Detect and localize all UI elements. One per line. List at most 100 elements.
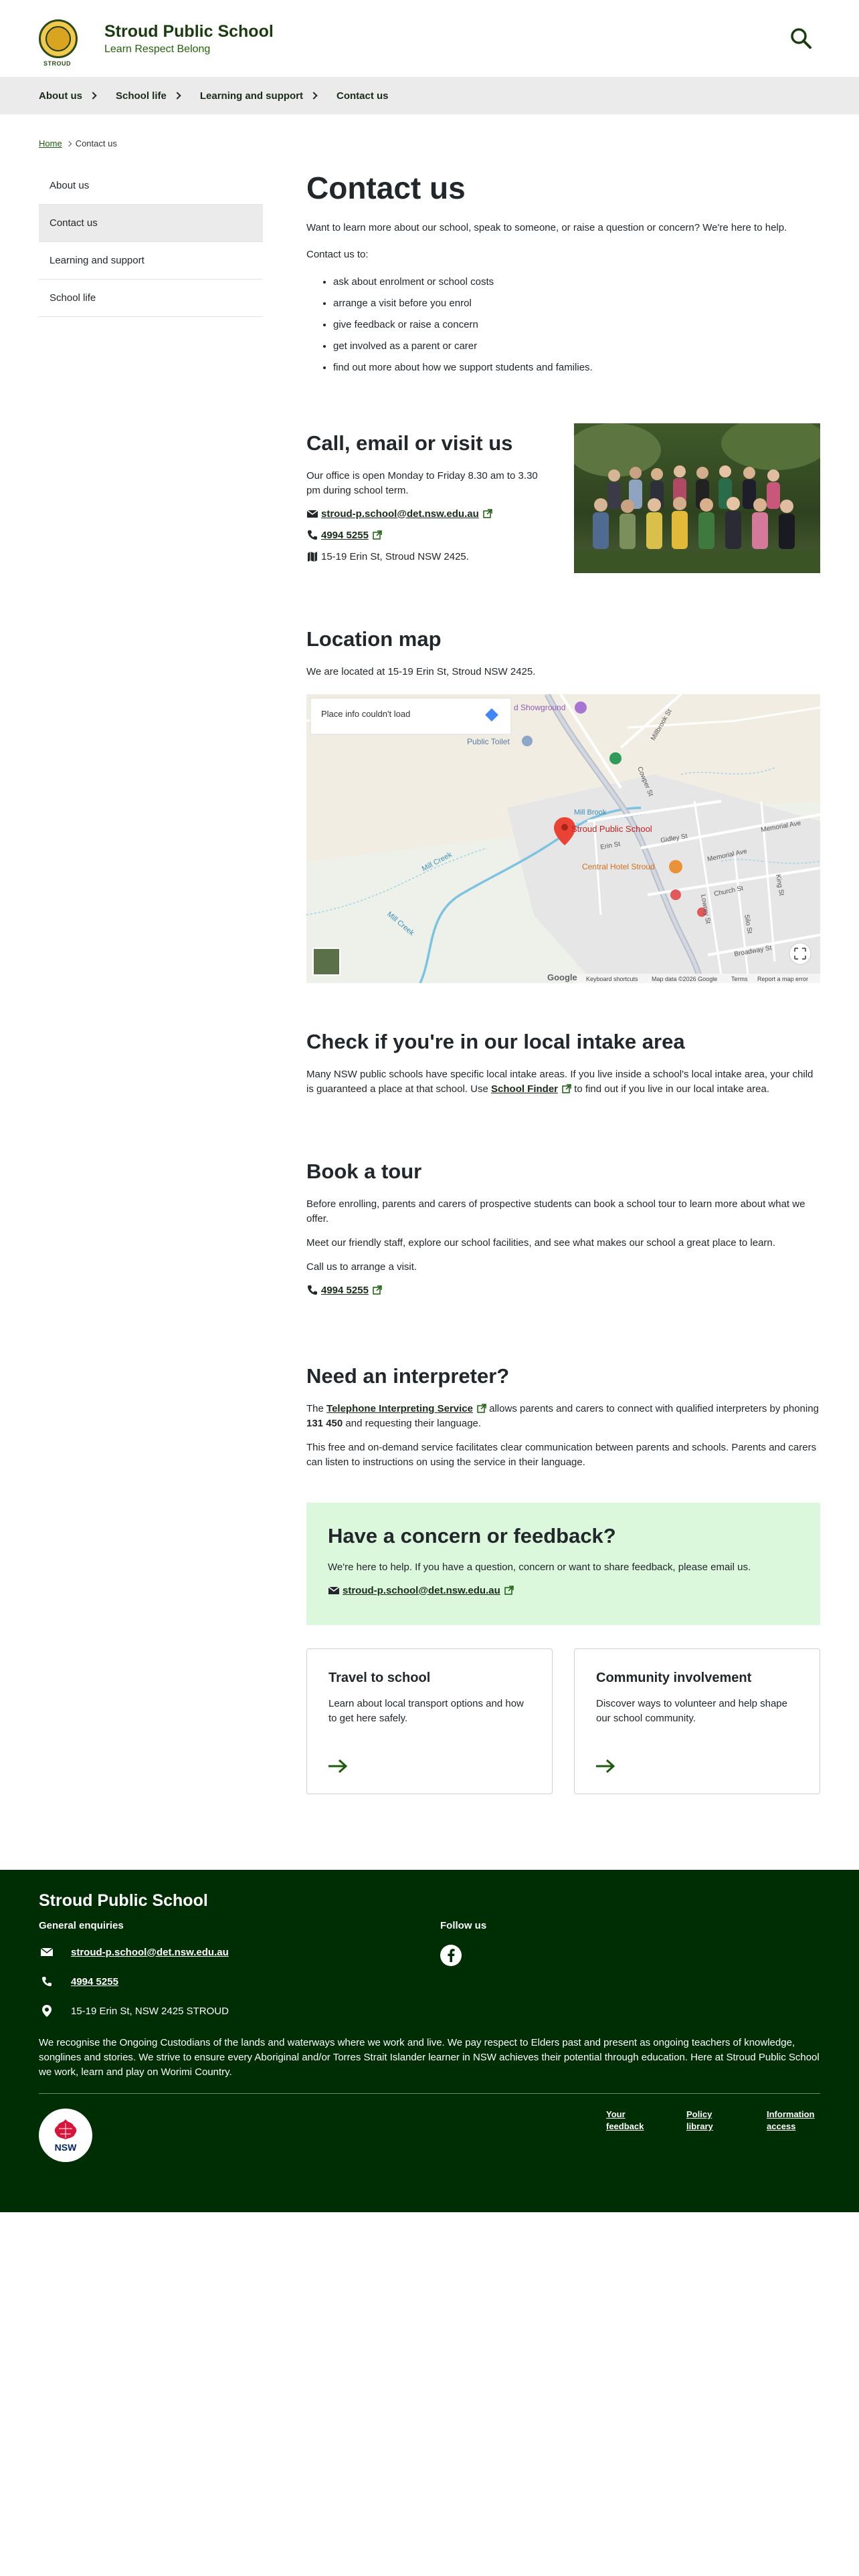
- footer-link-feedback[interactable]: Your feedback: [606, 2109, 660, 2133]
- external-link-icon: [504, 1586, 514, 1595]
- tour-phone-link[interactable]: 4994 5255: [321, 1285, 369, 1296]
- envelope-icon: [306, 510, 318, 518]
- interp-text-mid: allows parents and carers to connect wit…: [486, 1403, 819, 1414]
- map-report-error[interactable]: Report a map error: [757, 976, 808, 982]
- brand[interactable]: Stroud Public School Learn Respect Belon…: [104, 22, 274, 56]
- nav-label: Learning and support: [199, 90, 304, 102]
- sidebar-item-learning-support[interactable]: Learning and support: [39, 242, 263, 280]
- contact-to-label: Contact us to:: [306, 249, 369, 260]
- arrow-right-icon: [328, 1759, 348, 1774]
- location-map[interactable]: Place info couldn't load d Showground Pu…: [306, 694, 820, 983]
- school-logo[interactable]: STROUD: [39, 19, 78, 67]
- list-item: get involved as a parent or carer: [333, 336, 820, 357]
- staff-photo: [574, 423, 820, 573]
- intake-section: Check if you're in our local intake area…: [306, 1030, 820, 1097]
- footer-divider: [39, 2093, 820, 2094]
- list-item: ask about enrolment or school costs: [333, 272, 820, 293]
- chevron-right-icon: [173, 92, 181, 100]
- nav-school-life[interactable]: School life: [116, 90, 181, 102]
- waratah-icon: [54, 2119, 77, 2139]
- map-desc: We are located at 15-19 Erin St, Stroud …: [306, 666, 536, 677]
- concern-text: We're here to help. If you have a questi…: [328, 1562, 751, 1573]
- map-terms[interactable]: Terms: [731, 976, 748, 982]
- map-label-mill-brook: Mill Brook: [574, 809, 607, 817]
- interp-number: 131 450: [306, 1418, 343, 1429]
- interp-text-the: The: [306, 1403, 327, 1414]
- tour-p3: Call us to arrange a visit.: [306, 1261, 417, 1273]
- map-keyboard-shortcuts[interactable]: Keyboard shortcuts: [586, 976, 638, 982]
- list-item: arrange a visit before you enrol: [333, 293, 820, 314]
- main-nav: About us School life Learning and suppor…: [0, 77, 859, 114]
- page-title: Contact us: [306, 171, 466, 205]
- tour-section: Book a tour Before enrolling, parents an…: [306, 1160, 820, 1296]
- card-community[interactable]: Community involvement Discover ways to v…: [574, 1648, 820, 1794]
- intake-title: Check if you're in our local intake area: [306, 1030, 685, 1053]
- footer-general-heading: General enquiries: [39, 1920, 124, 1931]
- sidebar-item-school-life[interactable]: School life: [39, 280, 263, 317]
- footer-links: Your feedback Policy library Information…: [579, 2109, 820, 2133]
- breadcrumb-home[interactable]: Home: [39, 138, 62, 148]
- footer-phone-row: 4994 5255: [39, 1974, 440, 1989]
- email-line: stroud-p.school@det.nsw.edu.au: [306, 508, 554, 520]
- map-pin-label: Stroud Public School: [571, 824, 652, 834]
- footer-address: 15-19 Erin St, NSW 2425 STROUD: [71, 2005, 229, 2017]
- envelope-icon: [40, 1947, 54, 1956]
- interpreter-section: Need an interpreter? The Telephone Inter…: [306, 1364, 820, 1470]
- address-text: 15-19 Erin St, Stroud NSW 2425.: [321, 550, 469, 562]
- phone-link[interactable]: 4994 5255: [321, 530, 369, 541]
- envelope-icon: [328, 1586, 340, 1594]
- card-travel[interactable]: Travel to school Learn about local trans…: [306, 1648, 553, 1794]
- tour-phone-line: 4994 5255: [306, 1284, 820, 1296]
- list-item: give feedback or raise a concern: [333, 314, 820, 336]
- sidebar-nav: About us Contact us Learning and support…: [39, 167, 263, 317]
- footer-phone-link[interactable]: 4994 5255: [71, 1976, 118, 1988]
- school-tagline: Learn Respect Belong: [104, 43, 211, 55]
- nav-label: About us: [39, 90, 82, 102]
- footer-title: Stroud Public School: [39, 1891, 208, 1910]
- call-section: Call, email or visit us Our office is op…: [306, 423, 820, 573]
- chevron-right-icon: [89, 92, 97, 100]
- interp-text-end: and requesting their language.: [343, 1418, 482, 1429]
- acknowledgement-of-country: We recognise the Ongoing Custodians of t…: [39, 2037, 820, 2078]
- concern-callout: Have a concern or feedback? We're here t…: [306, 1503, 820, 1625]
- concern-email-link[interactable]: stroud-p.school@det.nsw.edu.au: [343, 1585, 500, 1596]
- footer-email-row: stroud-p.school@det.nsw.edu.au: [39, 1945, 440, 1959]
- nsw-logo-text: NSW: [54, 2142, 77, 2153]
- card-title: Travel to school: [328, 1671, 431, 1685]
- tis-link[interactable]: Telephone Interpreting Service: [326, 1403, 473, 1414]
- location-pin-icon: [42, 2005, 52, 2017]
- interpreter-p2: This free and on-demand service facilita…: [306, 1442, 817, 1468]
- footer-email-link[interactable]: stroud-p.school@det.nsw.edu.au: [71, 1947, 229, 1958]
- external-link-icon: [373, 1285, 382, 1295]
- interpreter-text: The Telephone Interpreting Service allow…: [306, 1402, 820, 1431]
- footer-follow-heading: Follow us: [440, 1920, 487, 1931]
- map-icon: [308, 552, 317, 562]
- map-canvas[interactable]: Place info couldn't load d Showground Pu…: [306, 694, 820, 983]
- phone-icon: [308, 1285, 317, 1295]
- main-content: Contact us Want to learn more about our …: [306, 167, 820, 1794]
- sidebar-item-about-us[interactable]: About us: [39, 167, 263, 205]
- nav-about-us[interactable]: About us: [39, 90, 97, 102]
- footer-link-information-access[interactable]: Information access: [767, 2109, 820, 2133]
- logo-emblem: [45, 25, 71, 51]
- phone-icon: [308, 530, 317, 540]
- intake-text: Many NSW public schools have specific lo…: [306, 1067, 820, 1097]
- map-info-text: Place info couldn't load: [321, 709, 410, 719]
- nsw-government-logo[interactable]: NSW: [39, 2109, 92, 2162]
- sidebar-item-contact-us[interactable]: Contact us: [39, 205, 263, 242]
- call-title: Call, email or visit us: [306, 431, 513, 455]
- email-link[interactable]: stroud-p.school@det.nsw.edu.au: [321, 508, 479, 520]
- nav-label: School life: [116, 90, 167, 102]
- nav-learning-support[interactable]: Learning and support: [199, 90, 318, 102]
- tour-p2: Meet our friendly staff, explore our sch…: [306, 1237, 775, 1249]
- school-finder-link[interactable]: School Finder: [491, 1083, 558, 1095]
- phone-line: 4994 5255: [306, 529, 554, 541]
- site-header: STROUD Stroud Public School Learn Respec…: [0, 0, 859, 77]
- nav-contact-us[interactable]: Contact us: [337, 90, 389, 102]
- facebook-icon[interactable]: [440, 1945, 462, 1966]
- tour-title: Book a tour: [306, 1160, 422, 1183]
- search-icon[interactable]: [789, 27, 812, 49]
- site-footer: Stroud Public School General enquiries s…: [0, 1870, 859, 2212]
- footer-link-policy-library[interactable]: Policy library: [686, 2109, 740, 2133]
- google-logo: Google: [547, 972, 577, 982]
